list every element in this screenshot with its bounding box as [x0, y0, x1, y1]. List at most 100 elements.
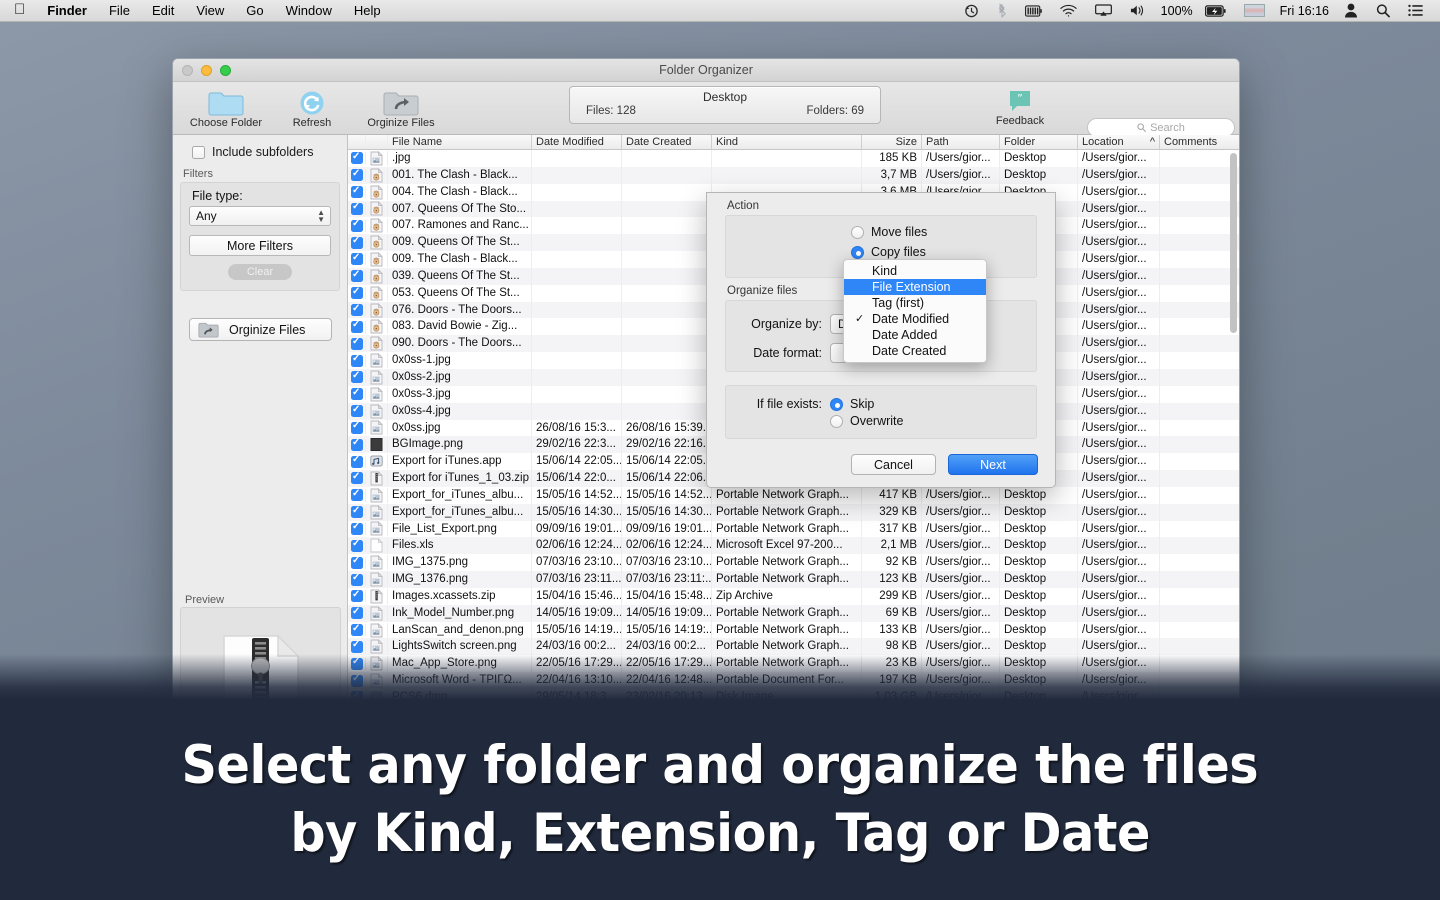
- row-checkbox[interactable]: [348, 152, 366, 164]
- refresh-button[interactable]: Refresh: [277, 90, 347, 129]
- row-checkbox[interactable]: [348, 624, 366, 636]
- table-row[interactable]: File_List_Export.png09/09/16 19:01...09/…: [348, 521, 1239, 538]
- column-header-comments[interactable]: Comments: [1160, 135, 1228, 149]
- row-checkbox[interactable]: [348, 439, 366, 451]
- window-titlebar[interactable]: Folder Organizer: [173, 59, 1239, 82]
- organize-files-sidebar-button[interactable]: Orginize Files: [189, 318, 332, 341]
- menu-item-tag-first[interactable]: Tag (first): [844, 295, 986, 311]
- table-row[interactable]: Images.xcassets.zip15/04/16 15:46...15/0…: [348, 588, 1239, 605]
- row-checkbox[interactable]: [348, 237, 366, 249]
- row-checkbox[interactable]: [348, 607, 366, 619]
- apple-logo-icon[interactable]: : [10, 0, 36, 20]
- battery-widget-icon[interactable]: [1016, 0, 1051, 22]
- column-header-size[interactable]: Size: [862, 135, 922, 149]
- keyboard-flag-icon[interactable]: [1235, 0, 1274, 22]
- row-checkbox[interactable]: [348, 355, 366, 367]
- wifi-icon[interactable]: [1051, 0, 1086, 22]
- row-checkbox[interactable]: [348, 304, 366, 316]
- table-row[interactable]: LanScan_and_denon.png15/05/16 14:19...15…: [348, 622, 1239, 639]
- table-vertical-scrollbar[interactable]: [1230, 153, 1237, 333]
- menu-item-window[interactable]: Window: [275, 0, 343, 22]
- cancel-button[interactable]: Cancel: [851, 454, 936, 475]
- menu-item-date-added[interactable]: Date Added: [844, 327, 986, 343]
- menu-item-date-modified[interactable]: ✓Date Modified: [844, 311, 986, 327]
- include-subfolders-checkbox[interactable]: Include subfolders: [173, 135, 347, 159]
- menu-item-kind[interactable]: Kind: [844, 263, 986, 279]
- more-filters-button[interactable]: More Filters: [189, 235, 331, 256]
- row-checkbox[interactable]: [348, 590, 366, 602]
- row-checkbox[interactable]: [348, 388, 366, 400]
- row-checkbox[interactable]: [348, 456, 366, 468]
- table-row[interactable]: Ink_Model_Number.png14/05/16 19:09...14/…: [348, 605, 1239, 622]
- file-type-select[interactable]: Any ▲▼: [189, 206, 331, 226]
- search-icon[interactable]: [1367, 0, 1399, 22]
- menu-item-date-created[interactable]: Date Created: [844, 343, 986, 359]
- menu-item-go[interactable]: Go: [235, 0, 274, 22]
- column-header-date-modified[interactable]: Date Modified: [532, 135, 622, 149]
- menu-item-view[interactable]: View: [185, 0, 235, 22]
- row-checkbox[interactable]: [348, 574, 366, 586]
- copy-files-radio[interactable]: Copy files: [726, 245, 1036, 259]
- menu-item-finder[interactable]: Finder: [36, 0, 98, 22]
- row-checkbox[interactable]: [348, 405, 366, 417]
- menu-item-file-extension[interactable]: File Extension: [844, 279, 986, 295]
- current-folder-button[interactable]: Desktop Files: 128 Folders: 69: [569, 86, 881, 124]
- feedback-button[interactable]: ” Feedback: [985, 88, 1055, 127]
- table-row[interactable]: Files.xls02/06/16 12:24...02/06/16 12:24…: [348, 537, 1239, 554]
- row-checkbox[interactable]: [348, 186, 366, 198]
- battery-charging-icon[interactable]: [1196, 0, 1235, 22]
- bluetooth-icon[interactable]: [988, 0, 1016, 22]
- row-checkbox[interactable]: [348, 540, 366, 552]
- airplay-icon[interactable]: [1086, 0, 1121, 22]
- row-checkbox[interactable]: [348, 169, 366, 181]
- table-row[interactable]: 001. The Clash - Black...3,7 MB/Users/gi…: [348, 167, 1239, 184]
- table-row[interactable]: .jpg185 KB/Users/gior...Desktop/Users/gi…: [348, 150, 1239, 167]
- row-checkbox[interactable]: [348, 523, 366, 535]
- next-button[interactable]: Next: [948, 454, 1038, 475]
- row-checkbox[interactable]: [348, 472, 366, 484]
- choose-folder-button[interactable]: Choose Folder: [181, 90, 271, 129]
- row-checkbox[interactable]: [348, 220, 366, 232]
- organize-files-toolbar-button[interactable]: Orginize Files: [351, 90, 451, 129]
- table-row[interactable]: Export_for_iTunes_albu...15/05/16 14:30.…: [348, 504, 1239, 521]
- column-header-path[interactable]: Path: [922, 135, 1000, 149]
- row-checkbox[interactable]: [348, 338, 366, 350]
- row-checkbox[interactable]: [348, 489, 366, 501]
- organize-by-dropdown-menu[interactable]: KindFile ExtensionTag (first)✓Date Modif…: [843, 259, 987, 363]
- row-checkbox[interactable]: [348, 422, 366, 434]
- column-header-icon[interactable]: [366, 135, 388, 149]
- table-row[interactable]: IMG_1376.png07/03/16 23:11...07/03/16 23…: [348, 571, 1239, 588]
- column-header-select[interactable]: [348, 135, 366, 149]
- menubar-clock[interactable]: Fri 16:16: [1274, 4, 1335, 18]
- clear-filters-button[interactable]: Clear: [228, 264, 292, 280]
- volume-icon[interactable]: [1121, 0, 1155, 22]
- move-files-radio[interactable]: Move files: [726, 225, 1036, 239]
- row-checkbox[interactable]: [348, 321, 366, 333]
- table-row[interactable]: LightsSwitch screen.png24/03/16 00:2...2…: [348, 638, 1239, 655]
- column-header-date-created[interactable]: Date Created: [622, 135, 712, 149]
- column-header-kind[interactable]: Kind: [712, 135, 862, 149]
- row-checkbox[interactable]: [348, 506, 366, 518]
- menu-item-file[interactable]: File: [98, 0, 141, 22]
- row-checkbox[interactable]: [348, 287, 366, 299]
- skip-radio[interactable]: Skip: [830, 397, 874, 411]
- column-header-location[interactable]: Location ^: [1078, 135, 1160, 149]
- table-row[interactable]: IMG_1375.png07/03/16 23:10...07/03/16 23…: [348, 554, 1239, 571]
- menu-item-help[interactable]: Help: [343, 0, 392, 22]
- column-header-folder[interactable]: Folder: [1000, 135, 1078, 149]
- row-checkbox[interactable]: [348, 641, 366, 653]
- row-checkbox[interactable]: [348, 557, 366, 569]
- table-row[interactable]: Export_for_iTunes_albu...15/05/16 14:52.…: [348, 487, 1239, 504]
- minimize-button[interactable]: [201, 65, 212, 76]
- menu-item-edit[interactable]: Edit: [141, 0, 185, 22]
- overwrite-radio[interactable]: Overwrite: [830, 414, 903, 428]
- row-checkbox[interactable]: [348, 253, 366, 265]
- user-account-icon[interactable]: [1335, 0, 1367, 22]
- time-machine-icon[interactable]: [955, 0, 988, 22]
- row-checkbox[interactable]: [348, 203, 366, 215]
- row-checkbox[interactable]: [348, 270, 366, 282]
- row-checkbox[interactable]: [348, 371, 366, 383]
- notification-center-icon[interactable]: [1399, 0, 1432, 22]
- zoom-button[interactable]: [220, 65, 231, 76]
- column-header-file-name[interactable]: File Name: [388, 135, 532, 149]
